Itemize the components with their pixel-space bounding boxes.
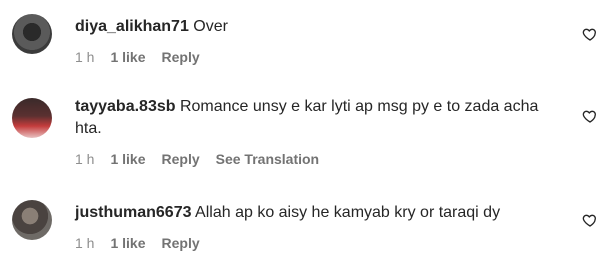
- like-count[interactable]: 1 like: [110, 48, 145, 66]
- comment-line: tayyaba.83sb Romance unsy e kar lyti ap …: [75, 96, 540, 140]
- timestamp: 1 h: [75, 49, 95, 65]
- comment-body: tayyaba.83sb Romance unsy e kar lyti ap …: [75, 96, 540, 168]
- comment-body: justhuman6673 Allah ap ko aisy he kamyab…: [75, 202, 565, 252]
- comment-text: Over: [193, 18, 228, 35]
- heart-icon[interactable]: [582, 108, 598, 124]
- username[interactable]: diya_alikhan71: [75, 18, 189, 35]
- comment-meta: 1 h 1 like Reply: [75, 234, 565, 252]
- avatar[interactable]: [12, 14, 52, 54]
- username[interactable]: justhuman6673: [75, 204, 191, 221]
- timestamp: 1 h: [75, 151, 95, 167]
- heart-icon[interactable]: [582, 212, 598, 228]
- avatar[interactable]: [12, 200, 52, 240]
- see-translation-button[interactable]: See Translation: [216, 150, 319, 168]
- like-count[interactable]: 1 like: [110, 150, 145, 168]
- avatar[interactable]: [12, 98, 52, 138]
- comment-line: justhuman6673 Allah ap ko aisy he kamyab…: [75, 202, 565, 224]
- like-count[interactable]: 1 like: [110, 234, 145, 252]
- reply-button[interactable]: Reply: [162, 150, 200, 168]
- heart-icon[interactable]: [582, 26, 598, 42]
- timestamp: 1 h: [75, 235, 95, 251]
- username[interactable]: tayyaba.83sb: [75, 98, 176, 115]
- reply-button[interactable]: Reply: [162, 234, 200, 252]
- comment-text: Allah ap ko aisy he kamyab kry or taraqi…: [195, 204, 501, 221]
- comment-line: diya_alikhan71 Over: [75, 16, 565, 38]
- comment-meta: 1 h 1 like Reply: [75, 48, 565, 66]
- comment-body: diya_alikhan71 Over 1 h 1 like Reply: [75, 16, 565, 66]
- comment-meta: 1 h 1 like Reply See Translation: [75, 150, 540, 168]
- reply-button[interactable]: Reply: [162, 48, 200, 66]
